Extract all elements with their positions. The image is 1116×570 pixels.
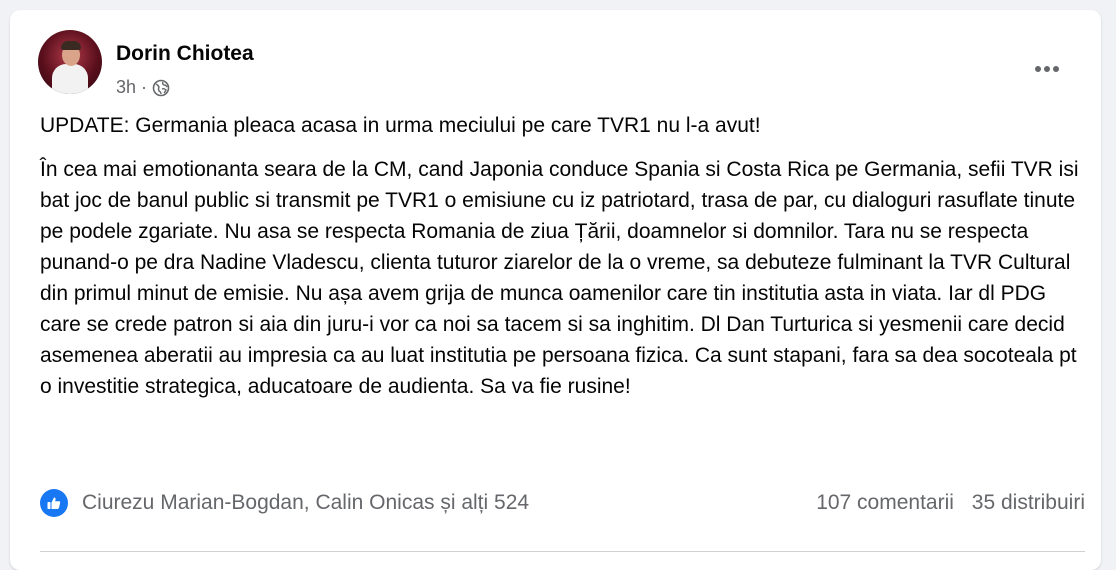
footer-divider [40, 551, 1085, 552]
shares-count[interactable]: 35 distribuiri [972, 491, 1085, 514]
meta-separator: · [141, 77, 148, 97]
post-paragraph: În cea mai emotionanta seara de la CM, c… [40, 158, 1079, 398]
comments-count[interactable]: 107 comentarii [816, 491, 954, 514]
post-text: UPDATE: Germania pleaca acasa in urma me… [40, 110, 1085, 415]
post-timestamp[interactable]: 3h [116, 77, 136, 98]
author-name[interactable]: Dorin Chiotea [116, 42, 254, 66]
post-meta: 3h · [116, 77, 170, 98]
like-icon [40, 489, 68, 517]
more-horizontal-icon [1034, 59, 1061, 77]
author-avatar[interactable] [38, 30, 102, 94]
post-header: Dorin Chiotea 3h · [38, 28, 1081, 97]
engagement-counts: 107 comentarii 35 distribuiri [804, 491, 1085, 515]
reactions-text[interactable]: Ciurezu Marian-Bogdan, Calin Onicas și a… [82, 491, 529, 515]
globe-icon[interactable] [152, 79, 170, 97]
engagement-bar: Ciurezu Marian-Bogdan, Calin Onicas și a… [40, 488, 1085, 518]
reactions-summary[interactable]: Ciurezu Marian-Bogdan, Calin Onicas și a… [40, 489, 529, 517]
more-options-button[interactable] [1027, 54, 1067, 82]
post-paragraph: UPDATE: Germania pleaca acasa in urma me… [40, 114, 761, 137]
post-card: Dorin Chiotea 3h · UPDATE: Germania plea… [10, 10, 1101, 570]
